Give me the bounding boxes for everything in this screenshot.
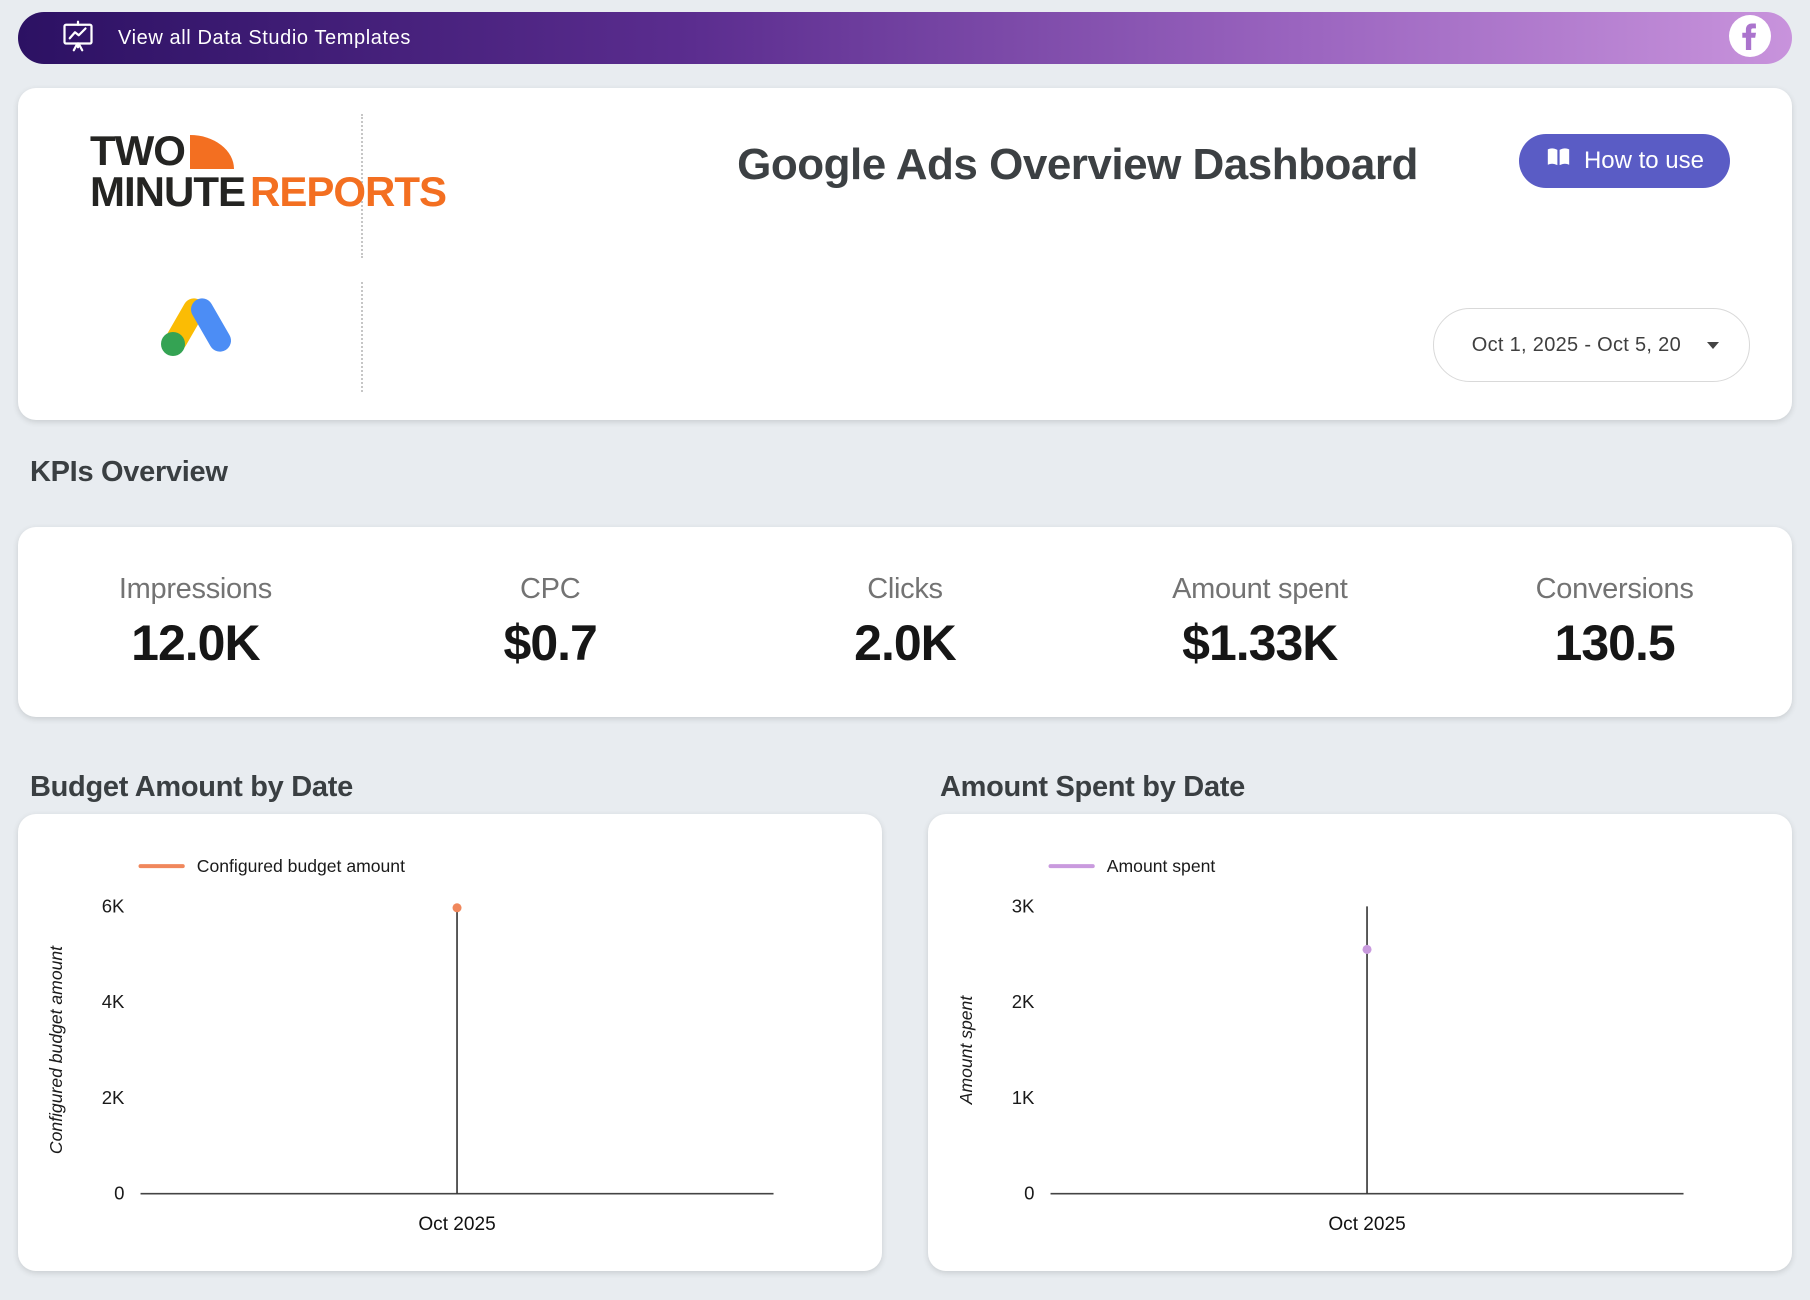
how-to-use-label: How to use xyxy=(1584,147,1704,175)
svg-text:6K: 6K xyxy=(102,895,125,916)
facebook-icon[interactable] xyxy=(1728,14,1772,63)
svg-text:2K: 2K xyxy=(102,1087,125,1108)
how-to-use-button[interactable]: How to use xyxy=(1519,134,1730,188)
kpi-amount-spent: Amount spent $1.33K xyxy=(1082,573,1437,672)
header-card: TWO MINUTE REPORTS Google Ads Overview D… xyxy=(18,88,1792,420)
kpi-value: $1.33K xyxy=(1082,614,1437,672)
kpi-value: 12.0K xyxy=(18,614,373,672)
kpis-section-title: KPIs Overview xyxy=(30,456,1792,489)
date-filter-cell: Oct 1, 2025 - Oct 5, 20 xyxy=(363,270,1792,420)
title-cell: Google Ads Overview Dashboard How to use xyxy=(363,88,1792,270)
brand-logo-cell: TWO MINUTE REPORTS xyxy=(18,88,363,270)
budget-chart-title: Budget Amount by Date xyxy=(18,771,882,804)
presentation-chart-icon xyxy=(60,18,96,59)
amount-spent-chart: Amount spent 0 1K 2K 3K Amount spent Oct 2025 xyxy=(928,814,1792,1271)
banner-label: View all Data Studio Templates xyxy=(118,27,411,50)
kpi-cpc: CPC $0.7 xyxy=(373,573,728,672)
svg-text:Amount spent: Amount spent xyxy=(956,995,976,1106)
svg-text:0: 0 xyxy=(1024,1183,1034,1204)
svg-text:1K: 1K xyxy=(1012,1087,1035,1108)
kpi-label: Clicks xyxy=(728,573,1083,606)
google-ads-icon xyxy=(158,292,238,362)
amount-spent-chart-title: Amount Spent by Date xyxy=(928,771,1792,804)
kpi-label: Impressions xyxy=(18,573,373,606)
kpi-impressions: Impressions 12.0K xyxy=(18,573,373,672)
logo-line1: TWO xyxy=(90,130,185,171)
svg-text:3K: 3K xyxy=(1012,895,1035,916)
date-range-value: Oct 1, 2025 - Oct 5, 20 xyxy=(1472,334,1681,357)
svg-text:Amount spent: Amount spent xyxy=(1107,856,1216,876)
logo-line2-black: MINUTE xyxy=(90,171,245,212)
templates-banner[interactable]: View all Data Studio Templates xyxy=(18,12,1792,64)
svg-text:Configured budget amount: Configured budget amount xyxy=(197,856,405,876)
svg-text:Oct 2025: Oct 2025 xyxy=(418,1214,495,1235)
svg-text:0: 0 xyxy=(114,1183,124,1204)
kpi-label: CPC xyxy=(373,573,728,606)
open-book-icon xyxy=(1545,144,1572,178)
kpi-value: 2.0K xyxy=(728,614,1083,672)
svg-text:Oct 2025: Oct 2025 xyxy=(1328,1214,1405,1235)
kpi-conversions: Conversions 130.5 xyxy=(1437,573,1792,672)
kpi-clicks: Clicks 2.0K xyxy=(728,573,1083,672)
svg-text:2K: 2K xyxy=(1012,991,1035,1012)
kpi-label: Conversions xyxy=(1437,573,1792,606)
source-logo-cell xyxy=(18,270,363,420)
dashboard-page: View all Data Studio Templates TWO MINUT… xyxy=(0,0,1810,1271)
caret-down-icon xyxy=(1707,342,1719,349)
budget-amount-chart: Configured budget amount 0 2K 4K 6K Configure… xyxy=(18,814,882,1271)
logo-quarter-circle-icon xyxy=(190,135,234,169)
kpi-card: Impressions 12.0K CPC $0.7 Clicks 2.0K A… xyxy=(18,527,1792,717)
svg-text:Configured budget amount: Configured budget amount xyxy=(46,945,66,1154)
kpi-label: Amount spent xyxy=(1082,573,1437,606)
kpi-value: $0.7 xyxy=(373,614,728,672)
svg-text:4K: 4K xyxy=(102,991,125,1012)
date-range-selector[interactable]: Oct 1, 2025 - Oct 5, 20 xyxy=(1433,308,1750,382)
kpi-value: 130.5 xyxy=(1437,614,1792,672)
